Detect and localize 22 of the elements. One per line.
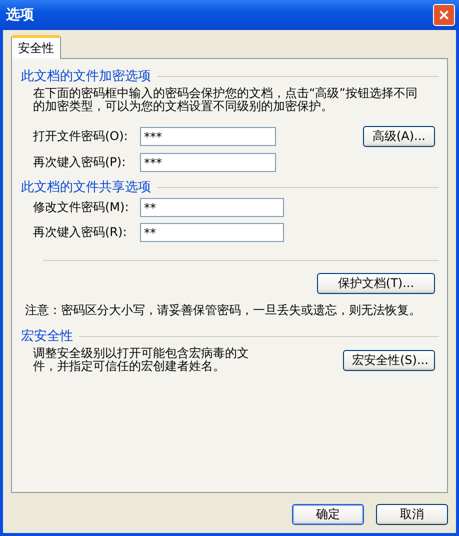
advanced-button[interactable]: 高级(A)...: [363, 126, 435, 147]
field-label: 打开文件密码(O):: [33, 128, 129, 145]
field-label: 再次键入密码(P):: [33, 154, 127, 171]
dialog-button[interactable]: 取消: [376, 504, 448, 525]
section-heading: 此文档的文件加密选项: [21, 68, 151, 85]
password-field[interactable]: ***: [140, 153, 276, 172]
password-field[interactable]: **: [140, 223, 284, 242]
description: 在下面的密码框中输入的密码会保护您的文档，点击“高级”按钮选择不同的加密类型，可以为您的文档设置不同级别的加密保护。: [33, 87, 418, 113]
tab[interactable]: 安全性: [11, 35, 61, 59]
section-heading: 宏安全性: [21, 328, 73, 345]
field-label: 修改文件密码(M):: [33, 199, 130, 216]
password-field[interactable]: **: [140, 198, 284, 217]
macro-security-button[interactable]: 宏安全性(S)...: [343, 350, 435, 370]
protect-document-button[interactable]: 保护文档(T)...: [317, 273, 435, 294]
section-heading: 此文档的文件共享选项: [21, 179, 151, 196]
dialog-button[interactable]: 确定: [292, 504, 364, 525]
close-button[interactable]: ×: [433, 4, 455, 26]
field-label: 再次键入密码(R):: [33, 224, 128, 241]
window-title: 选项: [6, 6, 34, 24]
note-text: 注意：密码区分大小写，请妥善保管密码，一旦丢失或遗忘，则无法恢复。: [25, 302, 422, 319]
description: 调整安全级别以打开可能包含宏病毒的文件，并指定可信任的宏创建者姓名。: [33, 347, 250, 373]
password-field[interactable]: ***: [140, 127, 276, 146]
